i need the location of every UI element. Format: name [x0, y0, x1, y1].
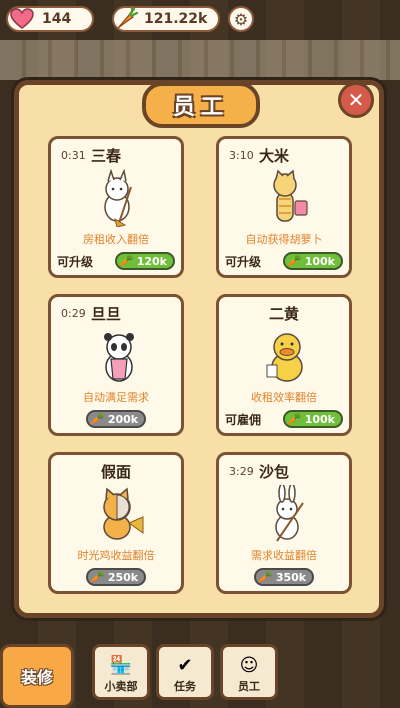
card-name: 大米 — [259, 147, 290, 165]
card-bottom: 可升级 🥕 100k — [225, 251, 343, 271]
cost-value: 350k — [275, 570, 307, 584]
card-timer: 0:29 — [61, 307, 86, 320]
card-status: 可雇佣 — [225, 412, 262, 427]
carrot-icon: 🥕 — [118, 254, 134, 268]
hire-cost-button[interactable]: 🥕 100k — [282, 410, 343, 428]
background-shelf — [0, 40, 400, 80]
close-icon[interactable]: ✕ — [338, 82, 374, 118]
cost-value: 250k — [107, 570, 139, 584]
nav-tasks-button[interactable]: ✔ 任务 — [156, 644, 214, 700]
card-timer: 0:31 — [61, 149, 86, 162]
bottom-nav: 装修 🏪 小卖部 ✔ 任务 ☺ 员工 — [0, 626, 400, 708]
install-button[interactable]: 装修 — [0, 644, 74, 708]
hearts-value: 144 — [42, 11, 72, 27]
cost-value: 100k — [304, 412, 335, 426]
nav-staff-label: 员工 — [238, 680, 260, 693]
yellow-tabby-cat-with-bag-icon — [273, 169, 308, 222]
white-rabbit-with-broom-icon — [275, 485, 304, 542]
card-desc: 自动获得胡萝卜 — [245, 233, 323, 246]
shop-icon: 🏪 — [109, 655, 133, 676]
yellow-duck-icon — [266, 333, 303, 382]
nav-tasks-label: 任务 — [174, 680, 196, 693]
panda-icon — [104, 333, 134, 382]
card-bottom: 可雇佣 🥕 100k — [225, 409, 343, 429]
hire-cost-button[interactable]: 🥕 200k — [85, 410, 147, 428]
card-name: 旦旦 — [91, 305, 122, 323]
nav-staff-button[interactable]: ☺ 员工 — [220, 644, 278, 700]
carrot-icon: 🥕 — [286, 254, 302, 268]
card-name: 沙包 — [259, 463, 290, 481]
install-label: 装修 — [20, 668, 53, 687]
hearts-counter: 144 — [6, 6, 94, 32]
heart-icon — [10, 8, 34, 29]
panel-title: 员工 — [172, 95, 229, 120]
cost-value: 120k — [136, 254, 167, 268]
upgrade-cost-button[interactable]: 🥕 120k — [114, 252, 175, 270]
card-bottom: 🥕 350k — [225, 567, 343, 587]
card-bottom: 🥕 200k — [57, 409, 175, 429]
cost-value: 100k — [304, 254, 335, 268]
carrots-value: 121.22k — [144, 11, 208, 27]
settings-gear-icon[interactable]: ⚙ — [228, 6, 254, 32]
carrot-icon: 🥕 — [286, 412, 302, 426]
card-desc: 收租效率翻倍 — [251, 391, 317, 404]
card-status: 可升级 — [225, 254, 262, 269]
hire-cost-button[interactable]: 🥕 250k — [85, 568, 147, 586]
staff-card-shabao[interactable]: 3:29 沙包 需求收益翻倍 🥕 350k — [216, 452, 352, 594]
upgrade-cost-button[interactable]: 🥕 100k — [282, 252, 343, 270]
card-bottom: 可升级 🥕 120k — [57, 251, 175, 271]
carrots-counter: 121.22k — [112, 6, 220, 32]
nav-shop-button[interactable]: 🏪 小卖部 — [92, 644, 150, 700]
white-cat-with-broom-icon — [104, 169, 132, 227]
card-desc: 房租收入翻倍 — [83, 233, 149, 246]
card-name: 二黄 — [268, 305, 299, 323]
card-desc: 需求收益翻倍 — [251, 549, 317, 562]
carrot-icon — [117, 6, 138, 29]
masked-cat-with-trumpet-icon — [103, 487, 144, 540]
nav-shop-label: 小卖部 — [104, 680, 138, 693]
card-name: 三春 — [91, 147, 122, 165]
card-timer: 3:29 — [229, 465, 254, 478]
card-timer: 3:10 — [229, 149, 254, 162]
carrot-icon: 🥕 — [89, 412, 105, 426]
carrot-icon: 🥕 — [257, 570, 273, 584]
staff-card-jiamian[interactable]: 假面 时光鸡收益翻倍 🥕 250k — [48, 452, 184, 594]
cost-value: 200k — [107, 412, 139, 426]
card-status: 可升级 — [57, 254, 94, 269]
hire-cost-button[interactable]: 🥕 350k — [253, 568, 315, 586]
staff-card-dami[interactable]: 3:10 大米 自动获得胡萝卜 可升级 🥕 100k — [216, 136, 352, 278]
top-bar: 144 121.22k ⚙ — [0, 0, 400, 38]
card-name: 假面 — [100, 463, 131, 481]
card-desc: 自动满足需求 — [83, 391, 149, 404]
staff-card-erhuang[interactable]: 二黄 收租效率翻倍 可雇佣 🥕 100k — [216, 294, 352, 436]
staff-card-dandan[interactable]: 0:29 旦旦 自动满足需求 🥕 200k — [48, 294, 184, 436]
panel-title-ribbon: 员工 — [142, 82, 260, 128]
card-bottom: 🥕 250k — [57, 567, 175, 587]
staff-card-sanchun[interactable]: 0:31 三春 房租收入翻倍 可升级 🥕 120k — [48, 136, 184, 278]
card-desc: 时光鸡收益翻倍 — [77, 549, 155, 562]
carrot-icon: 🥕 — [89, 570, 105, 584]
tasks-icon: ✔ — [177, 655, 193, 676]
staff-icon: ☺ — [239, 655, 259, 676]
